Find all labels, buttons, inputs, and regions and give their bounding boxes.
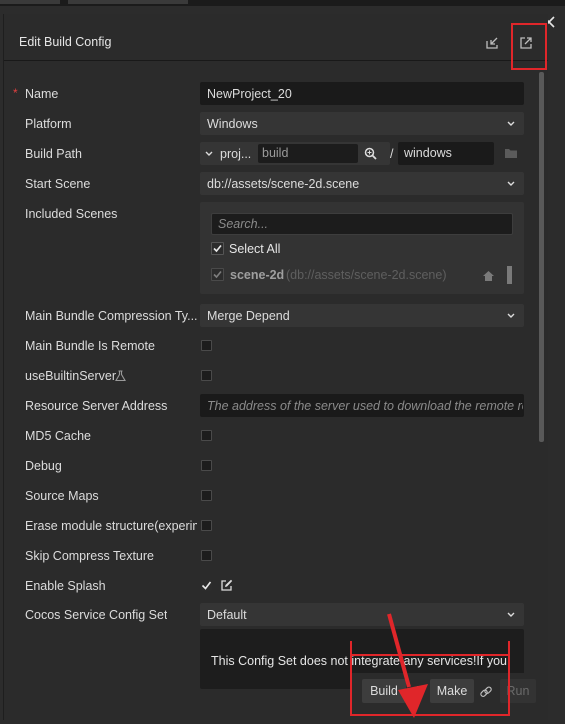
name-row: * Name NewProject_20 xyxy=(4,82,534,106)
main-bundle-compression-value: Merge Depend xyxy=(207,309,290,323)
scene-search-input[interactable]: Search... xyxy=(211,213,513,235)
md5-cache-checkbox[interactable] xyxy=(201,430,212,441)
erase-module-structure-checkbox[interactable] xyxy=(201,520,212,531)
build-path-label: Build Path xyxy=(25,147,82,161)
home-icon[interactable] xyxy=(482,270,495,282)
edit-build-config-panel: Edit Build Config * Name NewProject_20 P… xyxy=(3,14,548,720)
main-bundle-compression-select[interactable]: Merge Depend xyxy=(200,304,524,327)
platform-value: Windows xyxy=(207,117,258,131)
md5-cache-row: MD5 Cache xyxy=(4,424,534,448)
select-all-label: Select All xyxy=(229,242,281,256)
source-maps-row: Source Maps xyxy=(4,484,534,508)
use-builtin-server-checkbox[interactable] xyxy=(201,370,212,381)
start-scene-value: db://assets/scene-2d.scene xyxy=(207,177,360,191)
link-icon[interactable] xyxy=(479,685,493,699)
skip-compress-texture-checkbox[interactable] xyxy=(201,550,212,561)
cocos-service-config-value: Default xyxy=(207,608,247,622)
scene-name: scene-2d xyxy=(230,268,285,282)
platform-row: Platform Windows xyxy=(4,112,534,136)
build-path-subdir-input[interactable]: windows xyxy=(398,142,494,165)
chevron-down-icon xyxy=(507,121,515,126)
config-set-description-text: This Config Set does not integrate any s… xyxy=(211,654,507,668)
start-scene-row: Start Scene db://assets/scene-2d.scene xyxy=(4,172,534,196)
source-maps-checkbox[interactable] xyxy=(201,490,212,501)
checkmark-icon xyxy=(201,581,212,590)
build-path-group: proj... build xyxy=(200,142,390,165)
name-label: Name xyxy=(25,87,59,101)
md5-cache-label: MD5 Cache xyxy=(25,429,91,443)
cocos-service-config-row: Cocos Service Config Set Default xyxy=(4,603,534,627)
import-icon[interactable] xyxy=(485,36,499,50)
erase-module-structure-label: Erase module structure(experimental) xyxy=(25,519,197,533)
main-bundle-is-remote-checkbox[interactable] xyxy=(201,340,212,351)
run-button[interactable]: Run xyxy=(500,679,536,703)
checkmark-icon xyxy=(213,244,222,253)
scene-path: (db://assets/scene-2d.scene) xyxy=(286,268,447,282)
tab-strip-segment xyxy=(68,0,188,4)
chevron-down-icon xyxy=(507,313,515,318)
vertical-scrollbar[interactable] xyxy=(539,72,544,442)
debug-checkbox[interactable] xyxy=(201,460,212,471)
chevron-down-icon[interactable] xyxy=(205,150,213,158)
arrow-right-icon xyxy=(409,686,423,696)
checkmark-icon xyxy=(213,270,222,279)
platform-select[interactable]: Windows xyxy=(200,112,524,135)
build-path-input[interactable]: build xyxy=(258,144,358,163)
use-builtin-server-row: useBuiltinServer xyxy=(4,364,534,388)
cocos-service-config-select[interactable]: Default xyxy=(200,603,524,626)
build-path-prefix[interactable]: proj... xyxy=(220,147,251,161)
name-input[interactable]: NewProject_20 xyxy=(200,82,524,105)
debug-row: Debug xyxy=(4,454,534,478)
make-button[interactable]: Make xyxy=(430,679,474,703)
enable-splash-label: Enable Splash xyxy=(25,579,106,593)
resource-server-address-placeholder: The address of the server used to downlo… xyxy=(207,399,523,413)
build-button[interactable]: Build xyxy=(362,679,406,703)
tab-strip-segment xyxy=(0,0,60,4)
main-bundle-is-remote-row: Main Bundle Is Remote xyxy=(4,334,534,358)
main-bundle-is-remote-label: Main Bundle Is Remote xyxy=(25,339,155,353)
search-icon[interactable] xyxy=(364,147,377,160)
required-mark: * xyxy=(13,86,18,100)
edit-icon[interactable] xyxy=(220,579,233,592)
included-scenes-panel: Search... Select All scene-2d (db://asse… xyxy=(200,202,524,294)
chevron-down-icon xyxy=(507,612,515,617)
panel-header: Edit Build Config xyxy=(4,14,548,61)
skip-compress-texture-row: Skip Compress Texture xyxy=(4,544,534,568)
resource-server-address-input[interactable]: The address of the server used to downlo… xyxy=(200,394,524,417)
enable-splash-checkbox[interactable] xyxy=(201,580,212,591)
scene-list-scrollbar[interactable] xyxy=(507,266,512,284)
erase-module-structure-row: Erase module structure(experimental) xyxy=(4,514,534,538)
build-path-row: Build Path proj... build / windows xyxy=(4,142,534,166)
platform-label: Platform xyxy=(25,117,72,131)
source-maps-label: Source Maps xyxy=(25,489,99,503)
skip-compress-texture-label: Skip Compress Texture xyxy=(25,549,154,563)
start-scene-select[interactable]: db://assets/scene-2d.scene xyxy=(200,172,524,195)
select-all-checkbox[interactable] xyxy=(211,242,224,255)
use-builtin-server-label: useBuiltinServer xyxy=(25,369,117,383)
cocos-service-config-label: Cocos Service Config Set xyxy=(25,608,168,622)
main-bundle-compression-label: Main Bundle Compression Ty... xyxy=(25,309,198,323)
scene-checkbox[interactable] xyxy=(211,268,224,281)
flask-icon xyxy=(115,370,126,382)
folder-icon[interactable] xyxy=(504,147,518,159)
header-divider xyxy=(512,37,513,49)
resource-server-address-label: Resource Server Address xyxy=(25,399,168,413)
enable-splash-row: Enable Splash xyxy=(4,574,534,598)
start-scene-label: Start Scene xyxy=(25,177,91,191)
included-scenes-label: Included Scenes xyxy=(25,207,118,221)
chevron-down-icon xyxy=(507,181,515,186)
debug-label: Debug xyxy=(25,459,62,473)
export-icon[interactable] xyxy=(519,36,533,50)
path-separator: / xyxy=(390,147,394,161)
window-top-strip xyxy=(0,0,565,6)
main-bundle-compression-row: Main Bundle Compression Ty... Merge Depe… xyxy=(4,304,534,328)
dialog-title: Edit Build Config xyxy=(19,35,112,49)
resource-server-address-row: Resource Server Address The address of t… xyxy=(4,394,534,418)
